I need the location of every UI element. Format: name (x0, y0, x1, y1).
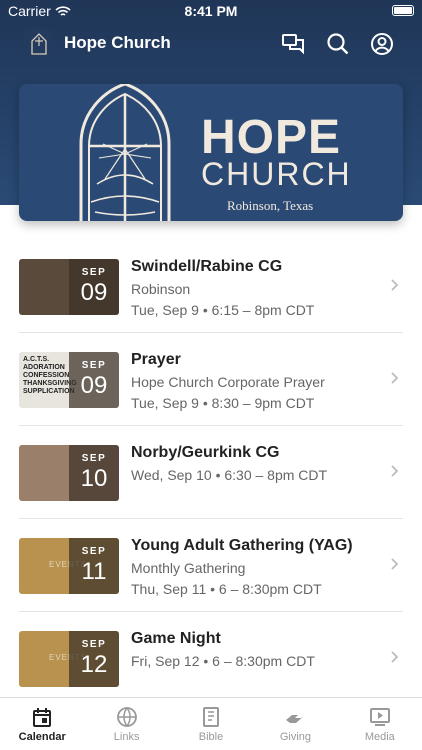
calendar-icon (33, 708, 52, 727)
event-day: 11 (81, 558, 107, 585)
event-date-badge: SEP 12 (69, 631, 119, 687)
event-list: SEP 09 Swindell/Rabine CG Robinson Tue, Sep … (0, 240, 422, 705)
tab-links[interactable]: Links (84, 698, 168, 750)
event-day: 09 (80, 279, 108, 306)
event-thumbnail: EVENTS SEP 12 (19, 631, 119, 687)
hero-banner[interactable]: HOPE CHURCH Robinson, Texas (19, 84, 403, 221)
event-date-badge: SEP 11 (69, 538, 119, 594)
church-logo[interactable] (22, 27, 56, 61)
event-day: 12 (80, 651, 108, 678)
event-item[interactable]: A.C.T.S. ADORATION CONFESSION THANKSGIVING S… (0, 333, 422, 426)
event-time: Tue, Sep 9 • 8:30 – 9pm CDT (131, 395, 315, 411)
tab-label: Media (364, 731, 395, 743)
tab-label: Links (113, 731, 140, 743)
event-date-badge: SEP 09 (69, 259, 119, 315)
event-text: Norby/Geurkink CG Wed, Sep 10 • 6:30 – 8p… (131, 444, 382, 483)
event-month: SEP (81, 546, 107, 557)
event-text: Game Night Fri, Sep 12 • 6 – 8:30pm CDT (131, 630, 382, 669)
event-item[interactable]: EVENTS SEP 11 Young Adult Gathering (YAG) Mo… (0, 519, 422, 612)
event-text: Swindell/Rabine CG Robinson Tue, Sep 9 • 6… (131, 258, 382, 318)
event-month: SEP (81, 360, 107, 371)
window-logo-icon (31, 33, 47, 55)
play-icon (369, 708, 390, 726)
book-icon (203, 707, 220, 727)
event-thumbnail: SEP 10 (19, 445, 119, 501)
tab-giving[interactable]: Giving (253, 698, 337, 750)
event-subtitle: Monthly Gathering (131, 560, 246, 576)
search-icon[interactable] (325, 31, 351, 57)
event-title: Game Night (131, 630, 221, 647)
hero-subtitle: CHURCH (201, 156, 352, 192)
stained-glass-window-icon (79, 84, 171, 221)
tab-label: Giving (279, 731, 312, 743)
navbar: Hope Church (0, 25, 422, 63)
hero-location: Robinson, Texas (227, 198, 314, 213)
event-month: SEP (81, 453, 107, 464)
chevron-right-icon (391, 372, 399, 384)
event-title: Prayer (131, 351, 181, 368)
tab-calendar[interactable]: Calendar (0, 698, 84, 750)
event-date-badge: SEP 09 (69, 352, 119, 408)
event-month: SEP (81, 267, 107, 278)
globe-icon (116, 707, 137, 727)
event-date-badge: SEP 10 (69, 445, 119, 501)
page-title: Hope Church (64, 33, 171, 52)
tab-label: Bible (198, 731, 224, 743)
event-text: Young Adult Gathering (YAG) Monthly Gathe… (131, 537, 382, 597)
event-thumbnail: A.C.T.S. ADORATION CONFESSION THANKSGIVING S… (19, 352, 119, 408)
event-time: Fri, Sep 12 • 6 – 8:30pm CDT (131, 653, 315, 669)
event-thumbnail: EVENTS SEP 11 (19, 538, 119, 594)
event-month: SEP (81, 639, 107, 650)
account-icon[interactable] (369, 31, 395, 57)
event-time: Wed, Sep 10 • 6:30 – 8pm CDT (131, 467, 328, 483)
event-item[interactable]: SEP 10 Norby/Geurkink CG Wed, Sep 10 • 6:30… (0, 426, 422, 519)
event-subtitle: Hope Church Corporate Prayer (131, 374, 325, 390)
event-title: Young Adult Gathering (YAG) (131, 537, 353, 554)
chat-icon[interactable] (280, 31, 306, 57)
event-time: Tue, Sep 9 • 6:15 – 8pm CDT (131, 302, 315, 318)
event-item[interactable]: EVENTS SEP 12 Game Night Fri, Sep 12 • 6 – 8… (0, 612, 422, 705)
event-subtitle: Robinson (131, 281, 191, 297)
status-bar: Carrier 8:41 PM (0, 0, 422, 22)
event-thumbnail: SEP 09 (19, 259, 119, 315)
chevron-right-icon (391, 279, 399, 291)
tab-label: Calendar (18, 731, 66, 743)
event-title: Swindell/Rabine CG (131, 258, 283, 275)
hand-icon (286, 715, 305, 723)
event-text: Prayer Hope Church Corporate Prayer Tue, S… (131, 351, 382, 411)
chevron-right-icon (391, 651, 399, 663)
tab-bible[interactable]: Bible (169, 698, 253, 750)
event-item[interactable]: SEP 09 Swindell/Rabine CG Robinson Tue, Sep … (0, 240, 422, 333)
chevron-right-icon (391, 558, 399, 570)
event-day: 09 (80, 372, 108, 399)
tab-bar: Calendar Links Bible Giving Media (0, 697, 422, 750)
chevron-right-icon (391, 465, 399, 477)
event-day: 10 (80, 465, 108, 492)
event-title: Norby/Geurkink CG (131, 444, 280, 461)
tab-media[interactable]: Media (338, 698, 422, 750)
clock: 8:41 PM (184, 3, 238, 19)
battery-icon (392, 5, 414, 16)
event-time: Thu, Sep 11 • 6 – 8:30pm CDT (131, 581, 322, 597)
